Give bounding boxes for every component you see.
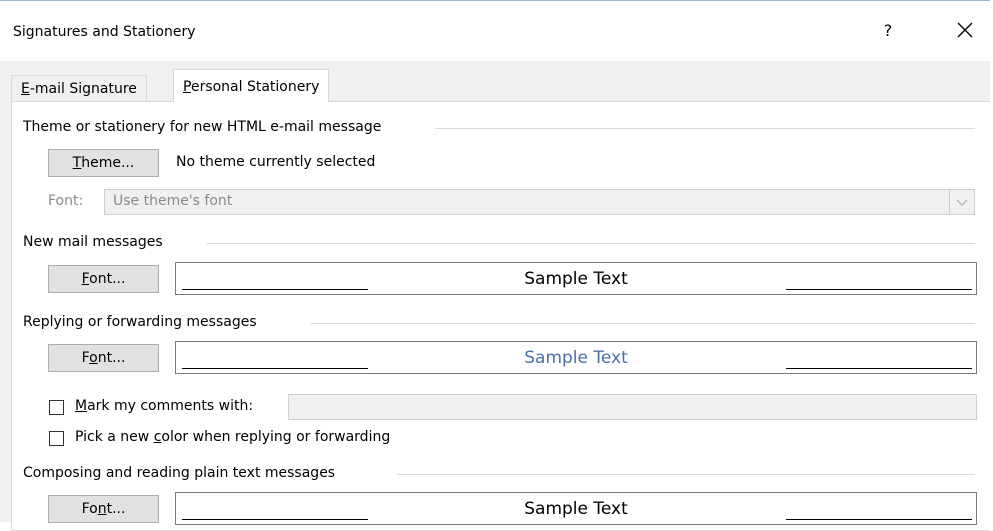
- sample-rule-right: [786, 519, 972, 520]
- close-icon: [957, 22, 973, 38]
- mark-comments-checkbox[interactable]: [49, 400, 64, 415]
- title-bar: Signatures and Stationery ?: [0, 1, 990, 61]
- mark-comments-label: Mark my comments with:: [75, 398, 254, 414]
- close-button[interactable]: [952, 17, 978, 43]
- new-mail-heading: New mail messages: [23, 234, 163, 250]
- theme-font-select[interactable]: Use theme's font: [104, 189, 975, 215]
- help-button[interactable]: ?: [876, 19, 900, 43]
- pick-color-checkbox[interactable]: [49, 431, 64, 446]
- new-mail-sample: Sample Text: [175, 262, 977, 295]
- plain-text-sample-text: Sample Text: [524, 499, 628, 519]
- new-mail-font-button[interactable]: Font...: [48, 265, 159, 293]
- replying-font-button[interactable]: Font...: [48, 344, 159, 372]
- theme-section-heading: Theme or stationery for new HTML e-mail …: [23, 119, 382, 135]
- plain-text-font-button[interactable]: Font...: [48, 495, 159, 523]
- chevron-down-icon: [956, 199, 968, 206]
- theme-status: No theme currently selected: [176, 154, 376, 170]
- sample-rule-right: [786, 289, 972, 290]
- tab-label-post: -mail Signature: [29, 81, 137, 97]
- tab-personal-stationery[interactable]: Personal Stationery: [173, 69, 330, 102]
- dialog-client: E-mail Signature Personal Stationery The…: [0, 61, 990, 531]
- window-title: Signatures and Stationery: [13, 24, 196, 40]
- group-divider: [206, 243, 975, 244]
- group-divider: [435, 128, 975, 129]
- signatures-stationery-dialog: Signatures and Stationery ? E-mail Signa…: [0, 0, 990, 531]
- tab-label-post: ersonal Stationery: [190, 79, 320, 95]
- group-divider: [310, 323, 975, 324]
- sample-rule-left: [182, 289, 368, 290]
- replying-sample: Sample Text: [175, 341, 977, 374]
- theme-button[interactable]: Theme...: [48, 149, 159, 177]
- mark-comments-input[interactable]: [288, 394, 977, 420]
- plain-text-sample: Sample Text: [175, 492, 977, 525]
- tab-email-signature[interactable]: E-mail Signature: [11, 75, 147, 101]
- stationery-panel: Theme or stationery for new HTML e-mail …: [11, 101, 990, 531]
- group-divider: [397, 474, 975, 475]
- pick-color-label: Pick a new color when replying or forwar…: [75, 429, 391, 445]
- tab-label-access: P: [183, 79, 191, 95]
- tab-label-access: E: [21, 81, 30, 97]
- dropdown-arrow: [949, 190, 974, 214]
- sample-rule-left: [182, 368, 368, 369]
- plain-text-heading: Composing and reading plain text message…: [23, 465, 336, 481]
- font-label: Font:: [48, 193, 84, 209]
- theme-font-value: Use theme's font: [113, 193, 233, 209]
- replying-heading: Replying or forwarding messages: [23, 314, 257, 330]
- replying-sample-text: Sample Text: [524, 348, 628, 368]
- new-mail-sample-text: Sample Text: [524, 269, 628, 289]
- sample-rule-right: [786, 368, 972, 369]
- sample-rule-left: [182, 519, 368, 520]
